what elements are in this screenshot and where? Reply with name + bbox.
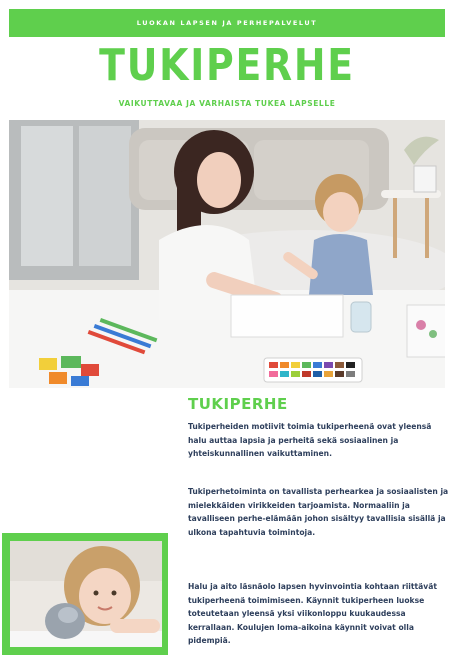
page-subtitle: VAIKUTTAVAA JA VARHAISTA TUKEA LAPSELLE <box>118 99 336 108</box>
top-banner: LUOKAN LAPSEN JA PERHEPALVELUT <box>9 9 445 37</box>
hero-photo <box>9 120 445 388</box>
paragraph-visits: Halu ja aito läsnäolo lapsen hyvinvointi… <box>188 582 437 645</box>
child-photo <box>10 541 162 647</box>
page-title: TUKIPERHE <box>99 40 355 91</box>
paragraph-activities: Tukiperhetoiminta on tavallista perheark… <box>188 487 449 537</box>
paragraph-motives: Tukiperheiden motiivit toimia tukiperhee… <box>188 422 432 458</box>
banner-text: LUOKAN LAPSEN JA PERHEPALVELUT <box>136 19 318 27</box>
section-heading: TUKIPERHE <box>188 395 288 413</box>
